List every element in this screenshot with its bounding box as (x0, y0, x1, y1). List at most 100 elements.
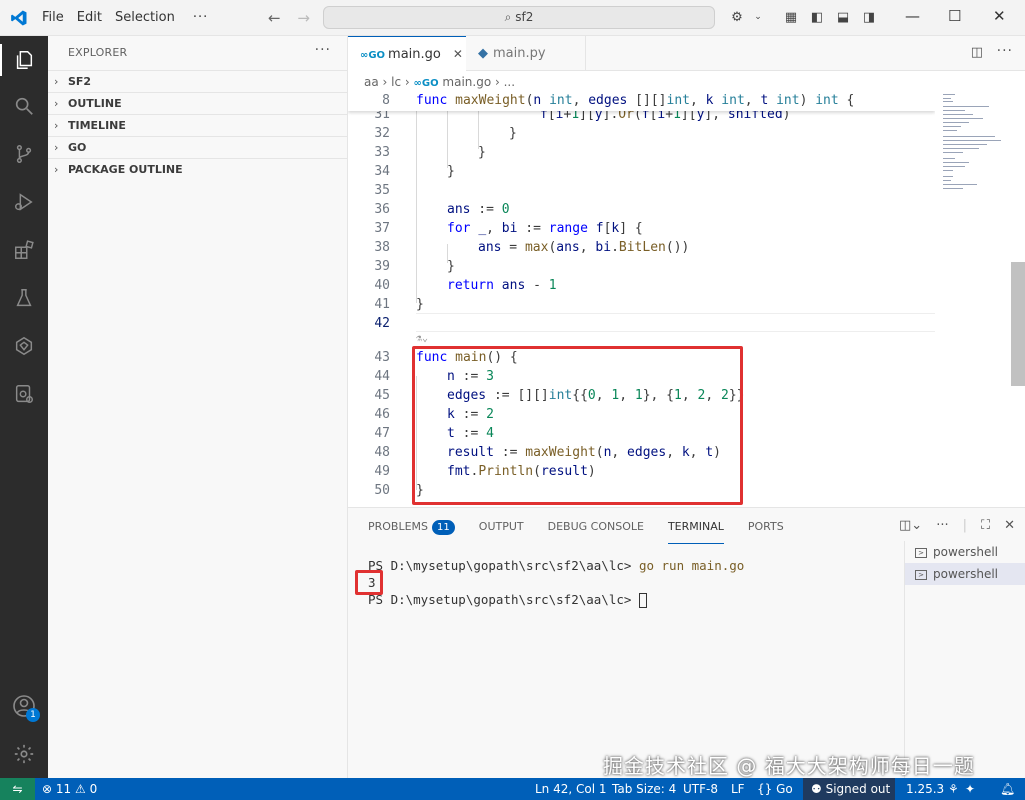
section-timeline[interactable]: › TIMELINE (48, 114, 348, 136)
search-sidebar-icon[interactable] (10, 92, 38, 120)
close-tab-icon[interactable]: ✕ (453, 47, 463, 61)
line-number: 43 (374, 350, 390, 365)
minimap[interactable] (935, 92, 1010, 504)
toggle-secondary-sidebar-icon[interactable]: ◨ (859, 8, 879, 26)
tab-output[interactable]: OUTPUT (479, 520, 524, 544)
breadcrumb-lc[interactable]: lc (391, 75, 401, 89)
problems-status[interactable]: ⊗ 11 ⚠ 0 (42, 778, 97, 800)
copilot-icon[interactable]: ⚙ (727, 8, 747, 26)
tab-main-py[interactable]: ◆ main.py (466, 36, 586, 71)
code-line: ans = max(ans, bi.BitLen()) (478, 240, 690, 255)
code-line: } (447, 259, 455, 274)
customize-layout-icon[interactable]: ▦ (781, 8, 801, 26)
line-number: 48 (374, 445, 390, 460)
chevron-down-icon[interactable]: ⌄ (753, 8, 763, 26)
remote-indicator-icon[interactable]: ⇋ (0, 778, 35, 800)
go-version[interactable]: 1.25.3 ⚘ (906, 778, 959, 800)
line-number: 46 (374, 407, 390, 422)
extensions-icon[interactable] (10, 236, 38, 264)
indent-guide (478, 111, 479, 149)
manage-gear-icon[interactable] (10, 740, 38, 768)
run-debug-icon[interactable] (10, 188, 38, 216)
chevron-right-icon: › (54, 75, 59, 88)
split-editor-icon[interactable]: ◫ (971, 45, 983, 60)
notifications-bell-icon[interactable]: 🔔︎ (1000, 778, 1015, 800)
command-center-search[interactable]: ⌕ sf2 (323, 6, 715, 29)
breadcrumb-aa[interactable]: aa (364, 75, 379, 89)
sidebar-title: EXPLORER (68, 46, 128, 59)
source-control-icon[interactable] (10, 140, 38, 168)
section-outline[interactable]: › OUTLINE (48, 92, 348, 114)
active-indicator (0, 44, 2, 76)
copilot-status[interactable]: ⚉ Signed out (803, 778, 895, 800)
editor-scrollbar[interactable] (1011, 262, 1025, 386)
maximize-icon[interactable]: ☐ (948, 7, 961, 25)
maximize-panel-icon[interactable]: ⛶ (981, 518, 990, 533)
menu-file[interactable]: File (42, 10, 64, 25)
cursor-position[interactable]: Ln 42, Col 1 (535, 778, 607, 800)
editor-more-icon[interactable]: ··· (997, 43, 1013, 59)
split-terminal-icon[interactable]: ◫⌄ (899, 518, 922, 533)
tab-problems[interactable]: PROBLEMS 11 (368, 520, 455, 544)
toggle-sidebar-icon[interactable]: ◧ (807, 8, 827, 26)
menu-selection[interactable]: Selection (115, 10, 175, 25)
indent-guide (447, 111, 448, 168)
terminal-output[interactable]: PS D:\mysetup\gopath\src\sf2\aa\lc> go r… (348, 548, 906, 779)
terminal-item-powershell[interactable]: > powershell (905, 541, 1025, 563)
line-number: 41 (374, 297, 390, 312)
remote-explorer-icon[interactable] (10, 332, 38, 360)
forward-arrow-icon[interactable]: → (297, 9, 310, 27)
copilot-sidebar-icon[interactable]: ✦ (965, 778, 975, 800)
close-panel-icon[interactable]: ✕ (1004, 518, 1015, 533)
search-icon: ⌕ (504, 10, 512, 24)
python-file-icon: ◆ (478, 46, 488, 61)
tab-size[interactable]: Tab Size: 4 (612, 778, 676, 800)
tab-main-go[interactable]: ∞GO main.go ✕ (348, 36, 466, 71)
panel-actions: ◫⌄ ··· | ⛶ ✕ (885, 518, 1015, 533)
line-number: 39 (374, 259, 390, 274)
tab-ports[interactable]: PORTS (748, 520, 784, 544)
title-bar: File Edit Selection ··· ← → ⌕ sf2 ⚙ ⌄ ▦ ◧… (0, 0, 1025, 36)
line-number: 34 (374, 164, 390, 179)
explorer-sidebar: EXPLORER ··· › SF2 › OUTLINE › TIMELINE › GO… (48, 36, 348, 778)
panel-more-icon[interactable]: ··· (936, 518, 948, 533)
line-number: 35 (374, 183, 390, 198)
menu-more-icon[interactable]: ··· (193, 10, 208, 25)
vscode-logo-icon (11, 10, 27, 26)
encoding[interactable]: UTF-8 (683, 778, 718, 800)
sticky-scroll-header[interactable]: 8 func maxWeight(n int, edges [][]int, k… (348, 92, 935, 111)
codelens-run-icon[interactable]: ⚗⌄ (416, 333, 428, 344)
docker-icon[interactable] (10, 380, 38, 408)
line-number: 36 (374, 202, 390, 217)
close-window-icon[interactable]: ✕ (993, 7, 1006, 25)
end-of-line[interactable]: LF (731, 778, 745, 800)
line-number: 50 (374, 483, 390, 498)
terminal-list: > powershell > powershell (904, 541, 1025, 779)
line-number: 38 (374, 240, 390, 255)
back-arrow-icon[interactable]: ← (268, 9, 281, 27)
language-mode[interactable]: {} Go (757, 778, 793, 800)
breadcrumb-file[interactable]: main.go (442, 75, 491, 89)
terminal-icon: > (915, 569, 927, 580)
section-package-outline[interactable]: › PACKAGE OUTLINE (48, 158, 348, 180)
line-number-current: 42 (374, 316, 390, 331)
go-file-icon: ∞GO (413, 78, 439, 89)
section-sf2[interactable]: › SF2 (48, 70, 348, 92)
tab-terminal[interactable]: TERMINAL (667, 520, 724, 544)
terminal-item-powershell-selected[interactable]: > powershell (905, 563, 1025, 585)
sidebar-more-icon[interactable]: ··· (315, 42, 331, 58)
tab-debug-console[interactable]: DEBUG CONSOLE (548, 520, 644, 544)
section-go[interactable]: › GO (48, 136, 348, 158)
line-number: 8 (382, 93, 390, 108)
breadcrumb-symbol[interactable]: ... (504, 75, 515, 89)
minimize-icon[interactable]: — (905, 7, 920, 25)
explorer-icon[interactable] (10, 46, 38, 74)
indent-guide (416, 111, 417, 303)
problems-badge: 11 (432, 520, 455, 535)
terminal-line: PS D:\mysetup\gopath\src\sf2\aa\lc> go r… (368, 558, 745, 573)
menu-edit[interactable]: Edit (77, 10, 102, 25)
line-number: 47 (374, 426, 390, 441)
toggle-panel-icon[interactable]: ⬓ (833, 8, 853, 26)
testing-icon[interactable] (10, 284, 38, 312)
code-line: ans := 0 (447, 202, 510, 217)
